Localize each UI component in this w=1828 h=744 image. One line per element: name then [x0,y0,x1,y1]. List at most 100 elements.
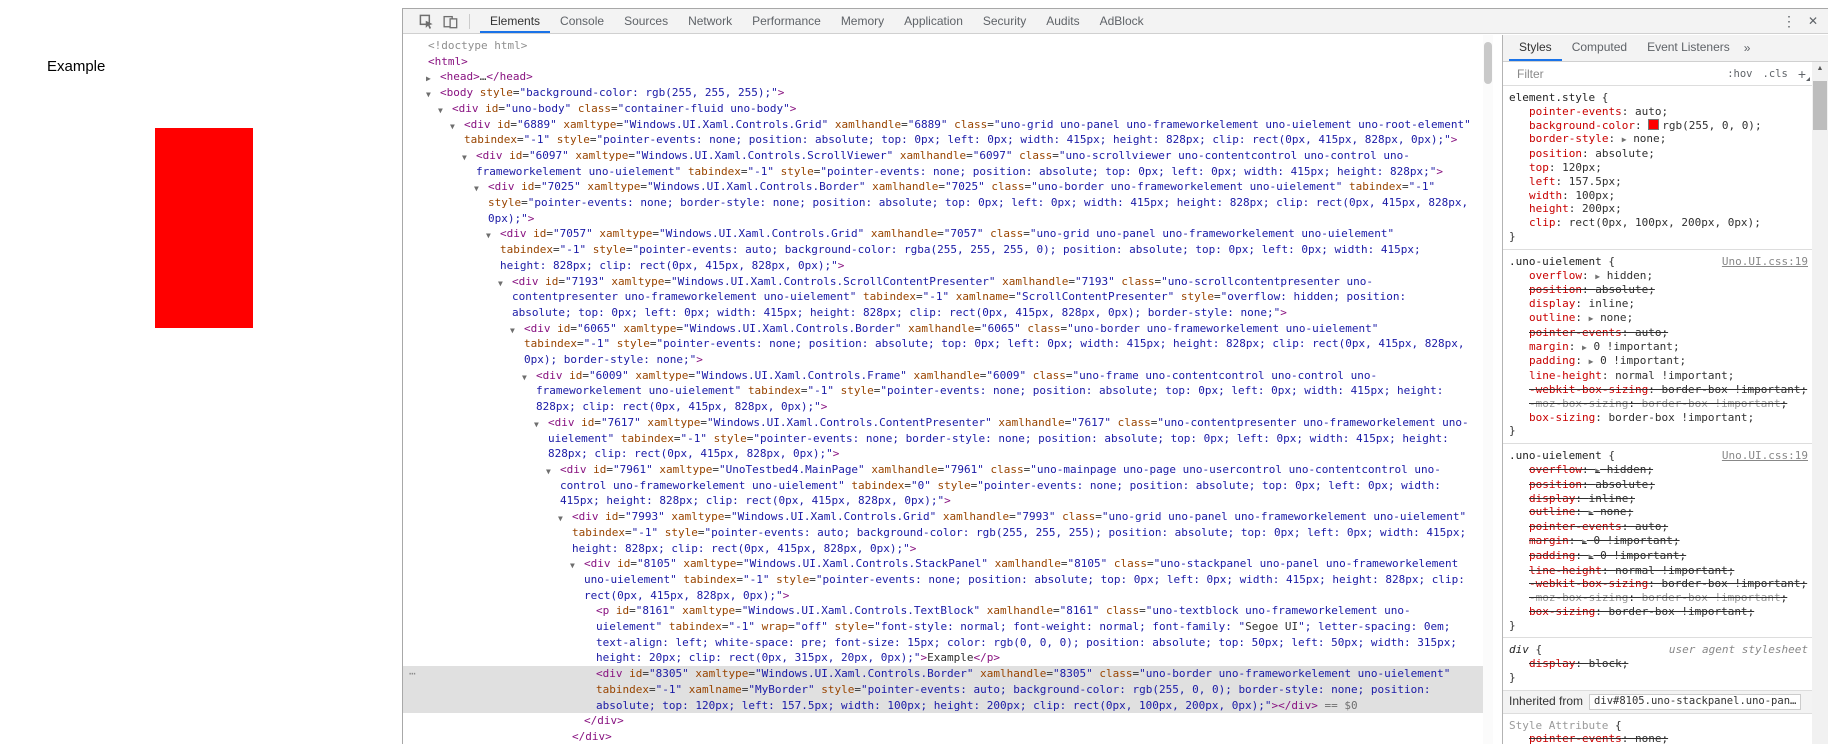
tab-audits[interactable]: Audits [1036,9,1089,33]
dom-tree-node[interactable]: ▼ <body style="background-color: rgb(255,… [403,85,1483,101]
scrollbar-up-arrow-icon[interactable]: ▲ [1812,65,1828,72]
tab-event-listeners[interactable]: Event Listeners [1637,35,1740,61]
css-declaration[interactable]: margin: ▶ 0 !important; [1509,340,1808,355]
expand-arrow-icon[interactable]: ▼ [570,558,575,574]
css-declaration[interactable]: line-height: normal !important; [1509,369,1808,383]
dom-tree-node[interactable]: <html> [403,54,1483,70]
tab-adblock[interactable]: AdBlock [1090,9,1154,33]
dom-tree-node[interactable]: ▼ <div id="8105" xamltype="Windows.UI.Xam… [403,556,1483,603]
stylesheet-link[interactable]: Uno.UI.css:19 [1722,255,1808,269]
css-declaration[interactable]: padding: ▶ 0 !important; [1509,354,1808,369]
dom-tree-node-selected[interactable]: ⋯ <div id="8305" xamltype="Windows.UI.Xam… [403,666,1483,714]
css-declaration[interactable]: position: absolute; [1509,283,1808,297]
css-declaration[interactable]: display: inline; [1509,297,1808,311]
toggle-classes[interactable]: .cls [1763,68,1788,80]
expand-value-icon[interactable]: ▶ [1589,314,1594,323]
elements-scrollbar[interactable] [1483,35,1493,744]
css-declaration[interactable]: -webkit-box-sizing: border-box !importan… [1509,383,1808,397]
dom-tree-node[interactable]: ▶ <head>…</head> [403,69,1483,85]
expand-value-icon[interactable]: ▶ [1595,272,1600,281]
css-declaration[interactable]: outline: ▶ none; [1509,311,1808,326]
device-toolbar-icon[interactable] [443,14,458,29]
dom-tree-node[interactable]: ▼ <div id="7025" xamltype="Windows.UI.Xam… [403,179,1483,226]
dom-tree-node[interactable]: ▼ <div id="6889" xamltype="Windows.UI.Xam… [403,117,1483,148]
color-swatch[interactable] [1648,118,1660,130]
tab-console[interactable]: Console [550,9,614,33]
css-declaration[interactable]: box-sizing: border-box !important; [1509,605,1808,619]
dom-tree-node[interactable]: ▼ <div id="uno-body" class="container-flu… [403,101,1483,117]
expand-arrow-icon[interactable]: ▼ [546,464,551,480]
tab-performance[interactable]: Performance [742,9,831,33]
dom-tree-node[interactable]: </div> [403,729,1483,744]
rule-selector[interactable]: Uno.UI.css:19 .uno-uielement { [1509,255,1808,269]
expand-value-icon[interactable]: ▶ [1595,466,1600,475]
expand-arrow-icon[interactable]: ▼ [498,276,503,292]
tab-application[interactable]: Application [894,9,973,33]
css-declaration[interactable]: display: inline; [1509,492,1808,506]
expand-arrow-icon[interactable]: ▼ [474,181,479,197]
rule-selector[interactable]: user agent stylesheet div { [1509,643,1808,657]
expand-value-icon[interactable]: ▶ [1589,357,1594,366]
css-declaration[interactable]: padding: ▶ 0 !important; [1509,549,1808,564]
dom-tree-node[interactable]: ▼ <div id="6097" xamltype="Windows.UI.Xam… [403,148,1483,179]
inherited-from-target-link[interactable]: div#8105.uno-stackpanel.uno-pan… [1589,693,1802,710]
styles-scrollbar[interactable]: ▲ [1812,62,1828,744]
tab-network[interactable]: Network [678,9,742,33]
expand-arrow-icon[interactable]: ▼ [486,228,491,244]
expand-arrow-icon[interactable]: ▼ [462,150,467,166]
css-declaration[interactable]: clip: rect(0px, 100px, 200px, 0px); [1509,216,1808,230]
css-declaration[interactable]: height: 200px; [1509,202,1808,216]
css-declaration[interactable]: margin: ▶ 0 !important; [1509,534,1808,549]
rule-selector[interactable]: Style Attribute { [1509,719,1808,733]
css-declaration[interactable]: position: absolute; [1509,147,1808,161]
css-declaration[interactable]: top: 120px; [1509,161,1808,175]
stylesheet-link[interactable]: Uno.UI.css:19 [1722,449,1808,463]
css-declaration[interactable]: border-style: ▶ none; [1509,132,1808,147]
dom-tree-node[interactable]: <!doctype html> [403,38,1483,54]
css-declaration[interactable]: -webkit-box-sizing: border-box !importan… [1509,577,1808,591]
toggle-hover-state[interactable]: :hov [1727,68,1752,80]
tab-styles[interactable]: Styles [1509,35,1562,61]
expand-value-icon[interactable]: ▶ [1622,135,1627,144]
expand-arrow-icon[interactable]: ▼ [534,417,539,433]
css-declaration[interactable]: overflow: ▶ hidden; [1509,463,1808,478]
css-declaration[interactable]: pointer-events: auto; [1509,326,1808,340]
inspect-element-icon[interactable] [419,14,434,29]
dom-tree-node[interactable]: </div> [403,713,1483,729]
expand-arrow-icon[interactable]: ▼ [558,511,563,527]
expand-value-icon[interactable]: ▶ [1589,552,1594,561]
tab-sources[interactable]: Sources [614,9,678,33]
css-declaration[interactable]: pointer-events: none; [1509,732,1808,744]
dom-tree-node[interactable]: <p id="8161" xamltype="Windows.UI.Xaml.C… [403,603,1483,666]
css-declaration[interactable]: pointer-events: auto; [1509,105,1808,119]
dom-tree-node[interactable]: ▼ <div id="7617" xamltype="Windows.UI.Xam… [403,415,1483,462]
styles-filter-input[interactable] [1515,65,1669,82]
expand-value-icon[interactable]: ▶ [1582,343,1587,352]
new-style-rule-button[interactable]: + [1798,66,1811,82]
node-options-icon[interactable]: ⋯ [409,666,416,682]
dom-tree-node[interactable]: ▼ <div id="6065" xamltype="Windows.UI.Xam… [403,321,1483,368]
dom-tree-node[interactable]: ▼ <div id="7057" xamltype="Windows.UI.Xam… [403,226,1483,273]
elements-scrollbar-thumb[interactable] [1484,42,1492,84]
tab-memory[interactable]: Memory [831,9,894,33]
css-declaration[interactable]: line-height: normal !important; [1509,564,1808,578]
styles-scrollbar-thumb[interactable] [1813,81,1827,130]
expand-arrow-icon[interactable]: ▼ [522,370,527,386]
css-declaration[interactable]: display: block; [1509,657,1808,671]
kebab-menu-icon[interactable]: ⋮ [1778,13,1800,30]
css-declaration[interactable]: box-sizing: border-box !important; [1509,411,1808,425]
css-declaration[interactable]: left: 157.5px; [1509,175,1808,189]
tab-computed[interactable]: Computed [1562,35,1637,61]
css-declaration[interactable]: background-color: rgb(255, 0, 0); [1509,118,1808,133]
dom-tree-node[interactable]: ▼ <div id="7193" xamltype="Windows.UI.Xam… [403,274,1483,321]
css-declaration[interactable]: -moz-box-sizing: border-box !important; [1509,591,1808,605]
css-declaration[interactable]: position: absolute; [1509,478,1808,492]
tab-elements[interactable]: Elements [480,9,551,33]
dom-tree-node[interactable]: ▼ <div id="6009" xamltype="Windows.UI.Xam… [403,368,1483,415]
close-icon[interactable]: ✕ [1800,14,1828,28]
dom-tree-node[interactable]: ▼ <div id="7961" xamltype="UnoTestbed4.Ma… [403,462,1483,509]
expand-value-icon[interactable]: ▶ [1589,508,1594,517]
css-declaration[interactable]: width: 100px; [1509,189,1808,203]
expand-arrow-icon[interactable]: ▼ [450,119,455,135]
css-declaration[interactable]: overflow: ▶ hidden; [1509,269,1808,284]
